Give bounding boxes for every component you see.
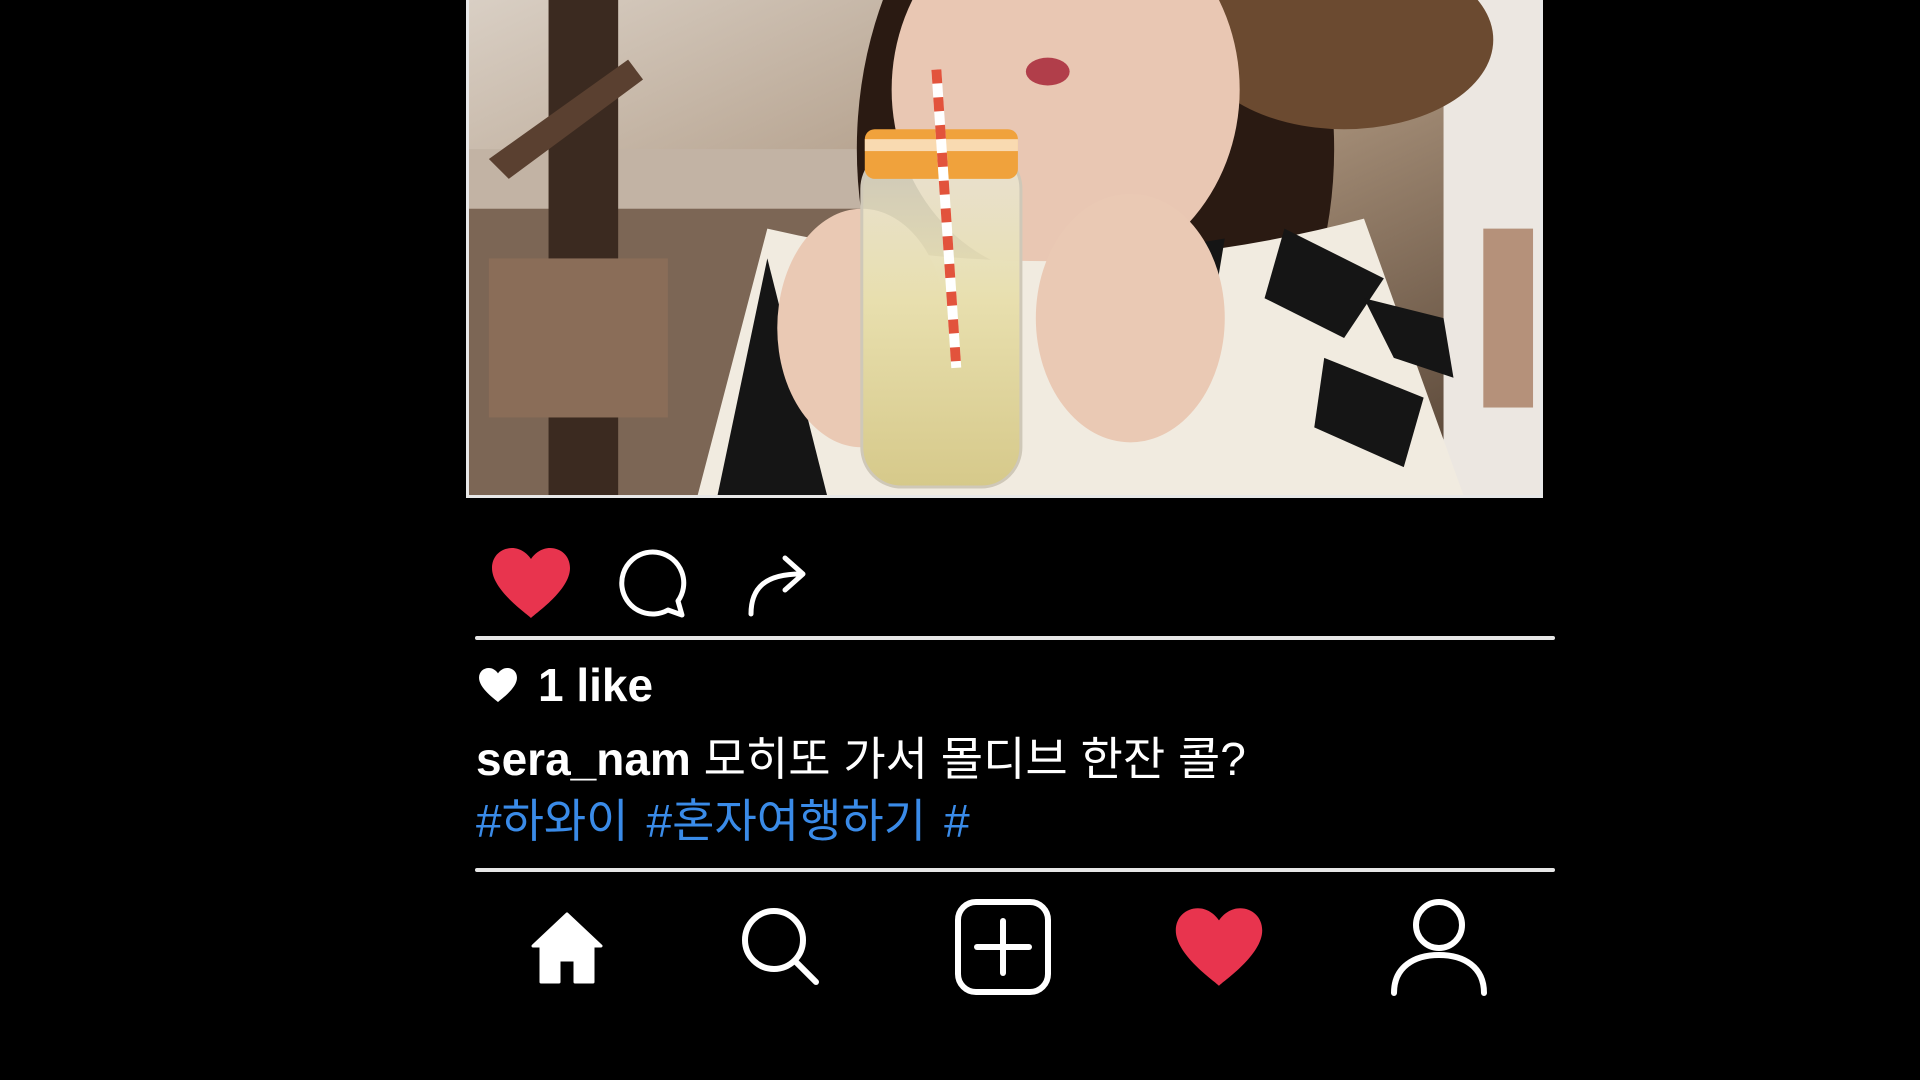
- share-arrow-icon: [748, 555, 806, 617]
- nav-activity[interactable]: [1164, 892, 1274, 1002]
- nav-add-post[interactable]: [948, 892, 1058, 1002]
- post-caption: sera_nam 모히또 가서 몰디브 한잔 콜?: [476, 728, 1246, 790]
- share-button[interactable]: [735, 540, 821, 626]
- nav-profile[interactable]: [1384, 892, 1494, 1002]
- heart-filled-icon: [1175, 908, 1263, 986]
- divider-bottom: [475, 868, 1555, 872]
- heart-filled-icon: [492, 548, 570, 618]
- home-icon: [531, 912, 603, 984]
- caption-username[interactable]: sera_nam: [476, 733, 691, 785]
- hashtag-link[interactable]: #혼자여행하기: [647, 790, 927, 852]
- comment-bubble-icon: [619, 549, 687, 618]
- divider-top: [475, 636, 1555, 640]
- like-button[interactable]: [488, 540, 574, 626]
- hashtag-link[interactable]: #하와이: [476, 790, 629, 852]
- hashtags: #하와이 #혼자여행하기 #: [476, 790, 970, 852]
- hashtag-link[interactable]: #: [944, 790, 970, 852]
- nav-search[interactable]: [726, 892, 836, 1002]
- post-photo[interactable]: [466, 0, 1543, 498]
- nav-home[interactable]: [512, 892, 622, 1002]
- profile-icon: [1391, 899, 1487, 996]
- instagram-post-screen: 1 like sera_nam 모히또 가서 몰디브 한잔 콜? #하와이 #혼…: [0, 0, 1920, 1080]
- small-heart-icon: [479, 667, 517, 703]
- comment-button[interactable]: [611, 540, 697, 626]
- caption-text: 모히또 가서 몰디브 한잔 콜?: [703, 733, 1246, 785]
- add-post-icon: [955, 899, 1051, 995]
- likes-row[interactable]: 1 like: [478, 659, 654, 711]
- photo-image: [469, 0, 1540, 495]
- likes-count: 1 like: [538, 659, 654, 711]
- search-icon: [742, 908, 819, 985]
